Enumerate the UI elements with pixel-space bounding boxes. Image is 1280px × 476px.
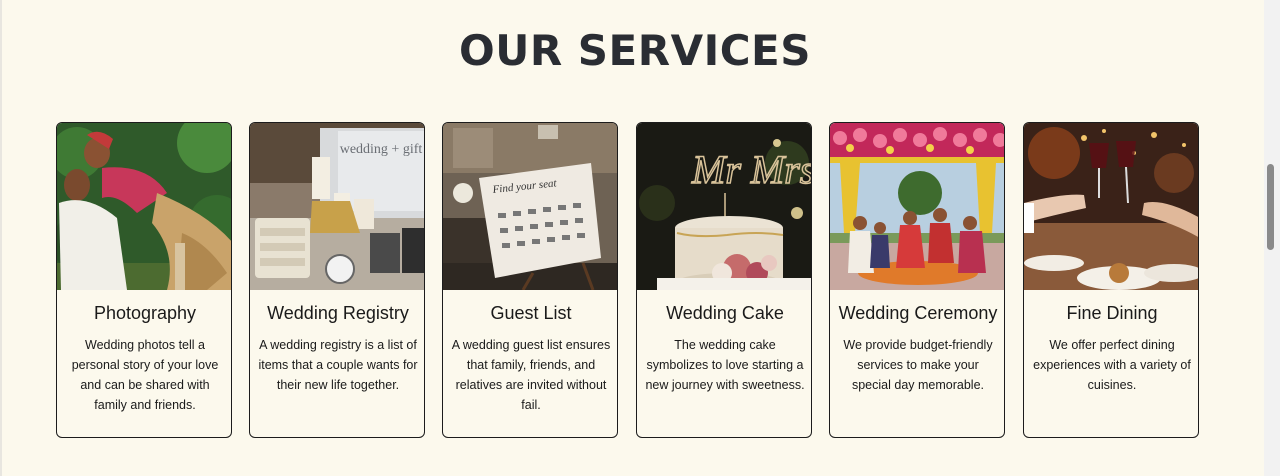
- service-card-wedding-registry[interactable]: wedding + gift Wedding Registry A weddin: [249, 122, 425, 438]
- cake-image: Mr Mrs: [637, 123, 812, 290]
- service-card-photography[interactable]: Photography Wedding photos tell a person…: [56, 122, 232, 438]
- section-title: OUR SERVICES: [459, 26, 811, 75]
- service-description: A wedding guest list ensures that family…: [451, 338, 611, 412]
- service-title: Photography: [93, 303, 197, 323]
- seating-chart-image: Find your seat: [443, 123, 617, 290]
- service-card-guest-list[interactable]: Find your seat Guest List A wedding gues…: [442, 122, 618, 438]
- service-description: The wedding cake symbolizes to love star…: [645, 338, 805, 392]
- services-page: OUR SERVICES Photography Wedding photos …: [0, 0, 1264, 476]
- service-card-wedding-cake[interactable]: Mr Mrs Wedding Cake The wedding cake sym…: [636, 122, 812, 438]
- ceremony-photo-icon: [830, 123, 1004, 290]
- service-card-fine-dining[interactable]: Fine Dining We offer perfect dining expe…: [1023, 122, 1199, 438]
- ceremony-image: [830, 123, 1004, 290]
- service-description: A wedding registry is a list of items th…: [258, 338, 418, 392]
- seating-chart-photo-icon: Find your seat: [443, 123, 617, 290]
- service-title: Wedding Registry: [267, 303, 409, 323]
- service-title: Wedding Cake: [666, 303, 784, 323]
- cake-topper-text: Mr Mrs: [691, 147, 812, 192]
- service-title: Guest List: [490, 303, 572, 323]
- dining-image: [1024, 123, 1198, 290]
- dining-toast-photo-icon: [1024, 123, 1198, 290]
- service-card-wedding-ceremony[interactable]: Wedding Ceremony We provide budget-frien…: [829, 122, 1005, 438]
- service-description: Wedding photos tell a personal story of …: [71, 338, 219, 412]
- service-description: We provide budget-friendly services to m…: [843, 338, 993, 392]
- registry-gifts-photo-icon: wedding + gift: [250, 123, 424, 290]
- cake-photo-icon: Mr Mrs: [637, 123, 812, 290]
- registry-gifts-image: wedding + gift: [250, 123, 424, 290]
- scrollbar-thumb[interactable]: [1267, 164, 1274, 250]
- couple-photo-image: [57, 123, 231, 290]
- service-title: Wedding Ceremony: [838, 303, 998, 323]
- service-description: We offer perfect dining experiences with…: [1033, 338, 1191, 392]
- couple-photo-icon: [57, 123, 231, 290]
- service-title: Fine Dining: [1066, 303, 1158, 323]
- registry-sign-text: wedding + gift: [340, 142, 423, 157]
